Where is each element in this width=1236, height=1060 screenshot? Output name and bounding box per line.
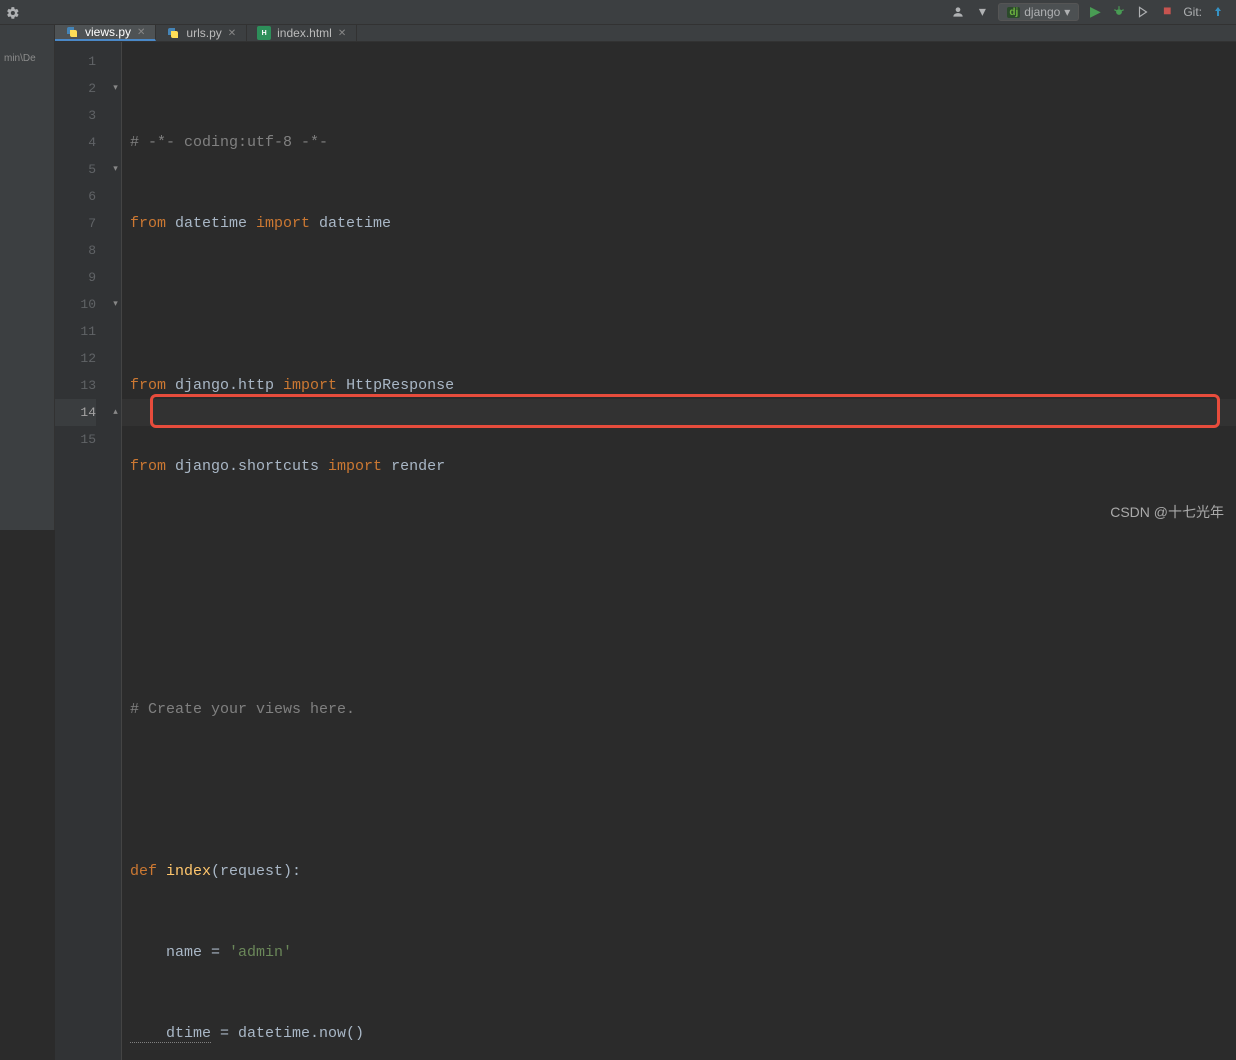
fold-icon[interactable]: ▾	[111, 291, 120, 318]
project-side-panel[interactable]: min\De	[0, 25, 55, 530]
run-icon[interactable]: ▶	[1087, 4, 1103, 20]
tab-index-html[interactable]: H index.html ✕	[247, 25, 357, 41]
watermark: CSDN @十七光年	[1110, 502, 1224, 522]
line-number: 14	[55, 399, 96, 426]
line-number: 15	[55, 426, 96, 453]
close-icon[interactable]: ✕	[338, 28, 346, 39]
code-comment: # -*- coding:utf-8 -*-	[130, 134, 328, 151]
line-number: 2	[55, 75, 96, 102]
django-icon: dj	[1007, 7, 1020, 18]
line-gutter: 1 2 3 4 5 6 7 8 9 10 11 12 13 14 15	[55, 42, 110, 1060]
path-fragment: min\De	[4, 53, 36, 64]
line-number: 4	[55, 129, 96, 156]
tab-label: urls.py	[186, 26, 221, 40]
git-update-icon[interactable]	[1210, 4, 1226, 20]
run-config-label: django	[1024, 5, 1060, 19]
line-number: 12	[55, 345, 96, 372]
fold-icon[interactable]: ▾	[111, 75, 120, 102]
line-number: 13	[55, 372, 96, 399]
fold-column[interactable]: ▾ ▾ ▾ ▴	[110, 42, 122, 1060]
line-number: 9	[55, 264, 96, 291]
code-editor[interactable]: 1 2 3 4 5 6 7 8 9 10 11 12 13 14 15 ▾	[55, 42, 1236, 1060]
code-comment: # Create your views here.	[130, 701, 355, 718]
tab-label: index.html	[277, 26, 332, 40]
line-number: 11	[55, 318, 96, 345]
line-number: 8	[55, 237, 96, 264]
python-icon	[65, 25, 79, 39]
stop-icon[interactable]: ■	[1159, 4, 1175, 20]
debug-icon[interactable]	[1111, 4, 1127, 20]
python-icon	[166, 26, 180, 40]
line-number: 6	[55, 183, 96, 210]
fold-end-icon[interactable]: ▴	[111, 399, 120, 426]
code-content[interactable]: # -*- coding:utf-8 -*- from datetime imp…	[122, 42, 1236, 1060]
close-icon[interactable]: ✕	[137, 27, 145, 38]
line-number: 7	[55, 210, 96, 237]
run-coverage-icon[interactable]	[1135, 4, 1151, 20]
user-icon[interactable]	[950, 4, 966, 20]
line-number: 5	[55, 156, 96, 183]
tab-label: views.py	[85, 25, 131, 39]
dropdown-arrow-icon: ▾	[1064, 5, 1070, 19]
editor-tabs: views.py ✕ urls.py ✕ H index.html ✕	[55, 25, 1236, 42]
tab-urls-py[interactable]: urls.py ✕	[156, 25, 247, 41]
top-toolbar: ▾ dj django ▾ ▶ ■ Git:	[0, 0, 1236, 25]
settings-icon[interactable]	[0, 0, 25, 25]
tab-views-py[interactable]: views.py ✕	[55, 25, 156, 41]
run-config-selector[interactable]: dj django ▾	[998, 3, 1079, 21]
html-icon: H	[257, 26, 271, 40]
chevron-down-icon[interactable]: ▾	[974, 4, 990, 20]
line-number: 3	[55, 102, 96, 129]
line-number: 10	[55, 291, 96, 318]
fold-icon[interactable]: ▾	[111, 156, 120, 183]
line-number: 1	[55, 48, 96, 75]
close-icon[interactable]: ✕	[228, 28, 236, 39]
git-label: Git:	[1183, 5, 1202, 19]
